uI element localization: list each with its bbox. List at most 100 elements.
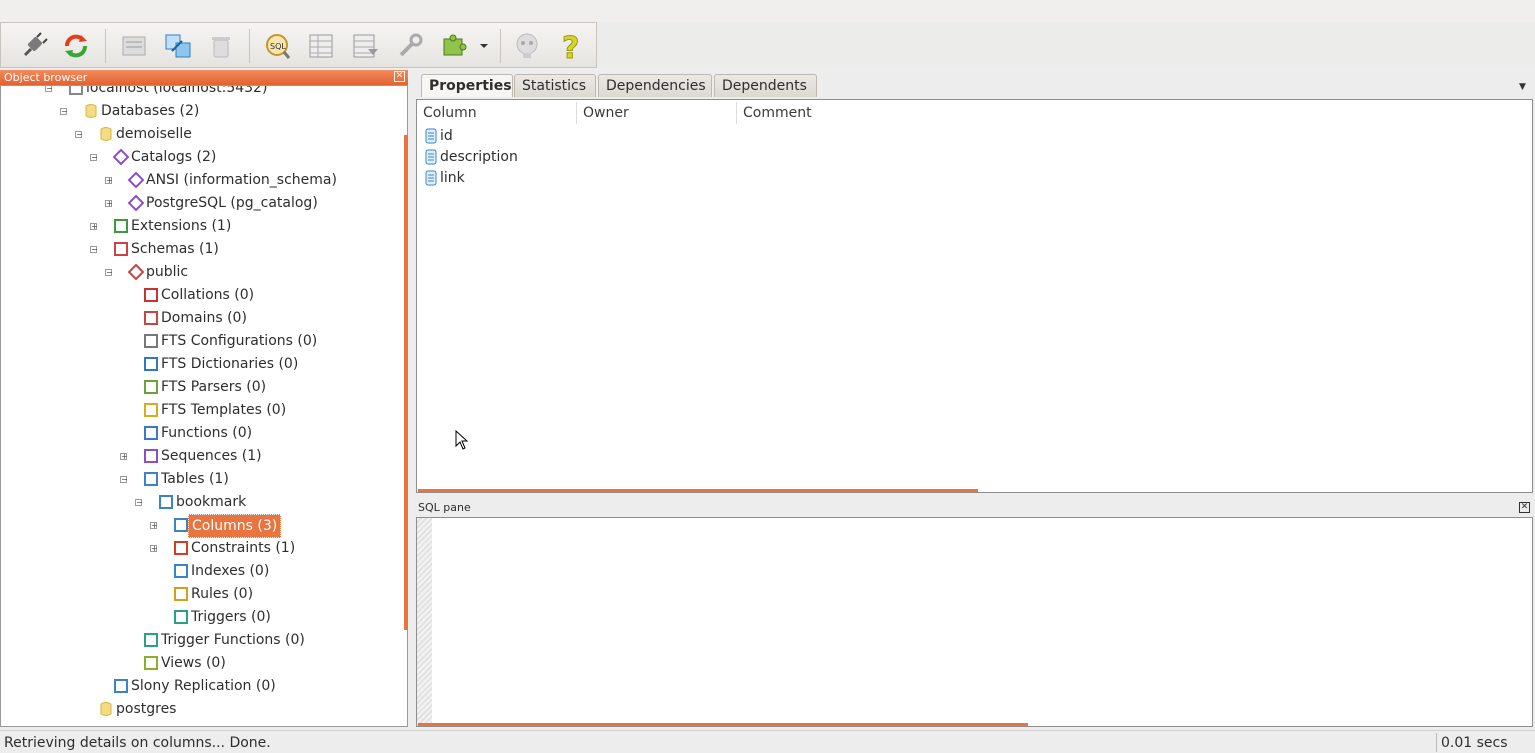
tree-item[interactable]: Slony Replication (0) [1,675,405,697]
tree-item[interactable]: − public [1,261,405,283]
view-data-icon[interactable] [304,29,338,63]
tab-menu-chevron-icon[interactable]: ▼ [1519,82,1526,92]
schema-icon [128,264,144,280]
column-name: id [440,128,453,144]
tree-item[interactable]: − localhost (localhost:5432) [1,86,405,99]
expand-icon[interactable]: + [150,522,158,530]
toolbar-separator [105,29,106,63]
detail-tabs: Properties Statistics Dependencies Depen… [418,74,1535,99]
create-object-icon[interactable] [161,29,195,63]
status-elapsed-time: 0.01 secs [1436,733,1532,752]
chevron-down-icon[interactable] [475,29,493,63]
expand-icon[interactable]: + [90,223,98,231]
tab-dependents[interactable]: Dependents [714,74,817,97]
tree-item[interactable]: FTS Dictionaries (0) [1,353,405,375]
catalogs-icon [113,149,129,165]
tree-item-label: Tables (1) [161,471,229,487]
tree-item[interactable]: + PostgreSQL (pg_catalog) [1,192,405,214]
trigger-functions-icon [144,633,158,647]
expand-icon[interactable]: + [105,200,113,208]
mouse-cursor-icon [455,430,469,450]
tree-item[interactable]: + Constraints (1) [1,537,405,559]
tab-statistics[interactable]: Statistics [514,74,596,97]
tree-item[interactable]: Views (0) [1,652,405,674]
tree-item-label: Collations (0) [161,287,255,303]
tab-properties[interactable]: Properties [421,74,513,97]
tree-item-label: Extensions (1) [131,218,232,234]
collapse-icon[interactable]: − [75,131,83,139]
tree-item[interactable]: Rules (0) [1,583,405,605]
sql-query-icon[interactable]: SQL [260,29,294,63]
tree-item[interactable]: + Extensions (1) [1,215,405,237]
tree-item-label: FTS Dictionaries (0) [161,356,299,372]
tree-item[interactable]: Triggers (0) [1,606,405,628]
plugins-puzzle-icon[interactable] [437,29,471,63]
tree-item[interactable]: + Columns (3) [1,514,405,538]
collapse-icon[interactable]: − [60,108,68,116]
collapse-icon[interactable]: − [90,154,98,162]
collapse-icon[interactable]: − [45,86,53,93]
tree-item[interactable]: − Tables (1) [1,468,405,490]
column-icon [425,149,437,165]
sql-editor[interactable] [416,517,1533,727]
tree-item[interactable]: Collations (0) [1,284,405,306]
tree-item[interactable]: Domains (0) [1,307,405,329]
tree-item[interactable]: FTS Configurations (0) [1,330,405,352]
tree-item[interactable]: Trigger Functions (0) [1,629,405,651]
object-browser-tree: − localhost (localhost:5432) − Databases (2… [0,85,408,727]
toolbar-separator [500,29,501,63]
tree-item[interactable]: − bookmark [1,491,405,513]
main-toolbar: SQL ? [0,22,597,68]
sql-horizontal-scrollbar[interactable] [418,723,1028,726]
tree-item-label: Schemas (1) [131,241,219,257]
tree-item[interactable]: + Sequences (1) [1,445,405,467]
database-icon [100,127,112,141]
toolbar-empty-area [597,22,1535,68]
tree-item-label: FTS Parsers (0) [161,379,267,395]
properties-icon[interactable] [117,29,151,63]
tree-item[interactable]: + ANSI (information_schema) [1,169,405,191]
tree-item[interactable]: postgres [1,698,405,720]
maintenance-wrench-icon[interactable] [393,29,427,63]
tree-item[interactable]: Functions (0) [1,422,405,444]
functions-icon [144,426,158,440]
column-header-column[interactable]: Column [417,102,577,124]
connect-plug-icon[interactable] [17,29,51,63]
column-name: description [440,149,518,165]
tree-item[interactable]: − Schemas (1) [1,238,405,260]
close-icon[interactable]: ✕ [1519,502,1530,513]
expand-icon[interactable]: + [150,545,158,553]
tree-item[interactable]: − Catalogs (2) [1,146,405,168]
tree-item-label: FTS Templates (0) [161,402,287,418]
collapse-icon[interactable]: − [90,246,98,254]
properties-horizontal-scrollbar[interactable] [418,489,978,492]
collapse-icon[interactable]: − [135,499,143,507]
collapse-icon[interactable]: − [105,269,113,277]
tree-item[interactable]: FTS Templates (0) [1,399,405,421]
delete-trash-icon[interactable] [204,29,238,63]
tree-item[interactable]: − demoiselle [1,123,405,145]
tree-item-label: postgres [116,701,177,717]
tab-dependencies[interactable]: Dependencies [598,74,712,97]
object-browser-title: Object browser [4,71,88,84]
tree-item[interactable]: FTS Parsers (0) [1,376,405,398]
refresh-icon[interactable] [59,29,93,63]
sql-pane-title: SQL pane [418,501,471,514]
close-icon[interactable]: ✕ [394,71,405,82]
filtered-data-icon[interactable] [348,29,382,63]
tree-item-label: demoiselle [116,126,192,142]
tree-item[interactable]: Indexes (0) [1,560,405,582]
expand-icon[interactable]: + [105,177,113,185]
hint-icon[interactable] [510,29,544,63]
collations-icon [144,288,158,302]
tree-item[interactable]: − Databases (2) [1,100,405,122]
expand-icon[interactable]: + [120,453,128,461]
tables-icon [144,472,158,486]
collapse-icon[interactable]: − [120,476,128,484]
column-header-comment[interactable]: Comment [737,102,1037,124]
tree-item-label: Rules (0) [191,586,254,602]
help-icon[interactable]: ? [554,29,588,63]
tree-item-label: PostgreSQL (pg_catalog) [146,195,318,211]
column-header-owner[interactable]: Owner [577,102,737,124]
object-browser-scrollbar[interactable] [404,135,408,630]
